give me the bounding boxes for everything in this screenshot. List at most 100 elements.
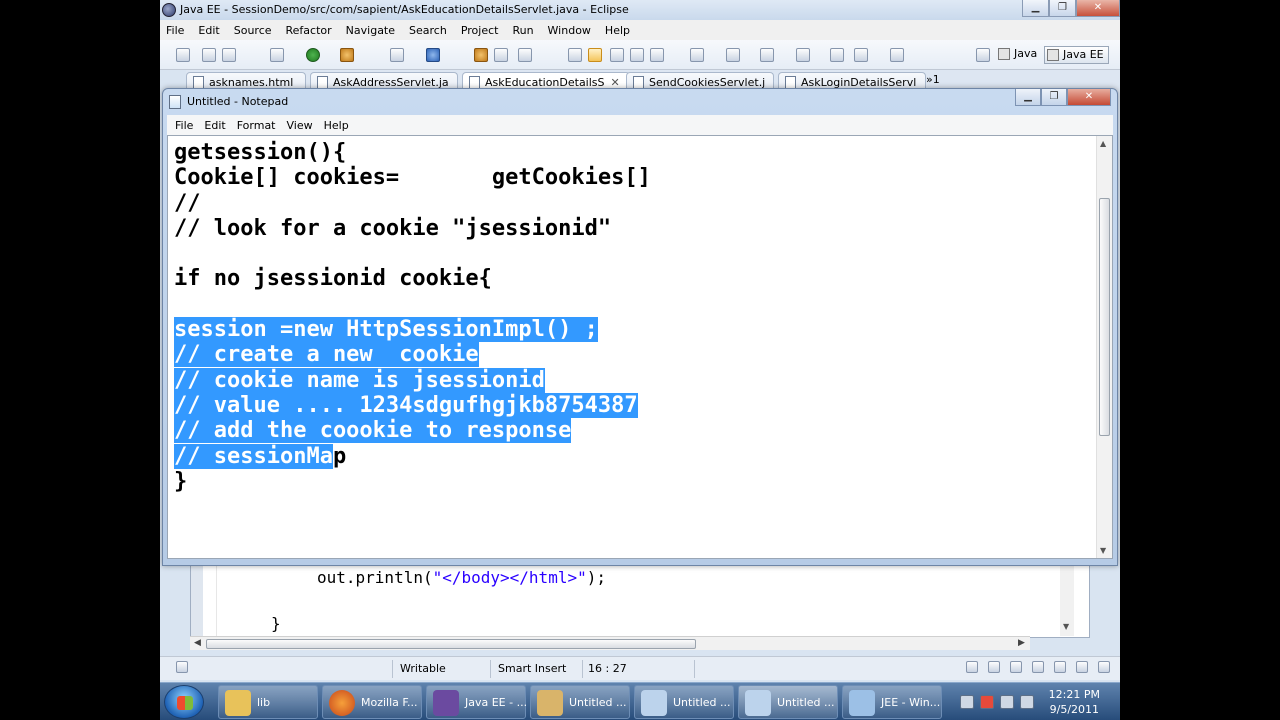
menu-navigate[interactable]: Navigate [346,24,395,37]
print-icon[interactable] [222,48,236,62]
status-separator [694,660,695,678]
notepad-vertical-scrollbar[interactable]: ▲ ▼ [1096,136,1112,558]
next-annotation-icon[interactable] [568,48,582,62]
open-perspective-icon[interactable] [976,48,990,62]
show-whitespace-icon[interactable] [630,48,644,62]
code-line-println: out.println("</body></html>"); [317,568,606,587]
vertical-scroll-thumb[interactable] [1099,198,1110,436]
scroll-down-arrow-icon[interactable]: ▼ [1063,622,1069,631]
menu-project[interactable]: Project [461,24,499,37]
system-clock[interactable]: 12:21 PM 9/5/2011 [1049,687,1100,717]
taskbar-item-notepad-active[interactable]: Untitled ... [738,685,838,719]
paint-icon [537,690,563,716]
selected-text-line: // create a new cookie [174,342,479,368]
package-explorer-icon[interactable] [988,661,1000,673]
toggle-breadcrumb-icon[interactable] [650,48,664,62]
mark-occurrences-icon[interactable] [588,48,602,62]
next-edit-icon[interactable] [760,48,774,62]
code-editor[interactable]: out.println("</body></html>"); } [190,566,1090,638]
menu-search[interactable]: Search [409,24,447,37]
code-line-closing-brace: } [271,614,281,633]
properties-icon[interactable] [1098,661,1110,673]
notepad-menu-format[interactable]: Format [237,119,276,132]
scroll-down-arrow-icon[interactable]: ▼ [1100,546,1106,555]
new-icon[interactable] [176,48,190,62]
open-type-icon[interactable] [474,48,488,62]
forward-arrow-icon[interactable] [854,48,868,62]
notepad-menu-file[interactable]: File [175,119,193,132]
perspective-java[interactable]: Java [996,46,1041,64]
forward-history-icon[interactable] [890,48,904,62]
tab-overflow-button[interactable]: »1 [926,73,940,86]
selected-text-line: // sessionMap [174,443,347,469]
scroll-left-arrow-icon[interactable]: ◀ [194,638,201,648]
notepad-menu-help[interactable]: Help [324,119,349,132]
notepad-icon [745,690,771,716]
status-separator [582,660,583,678]
notepad-menu-edit[interactable]: Edit [204,119,225,132]
eclipse-window-title: Java EE - SessionDemo/src/com/sapient/As… [180,3,629,16]
new-web-project-icon[interactable] [426,48,440,62]
notepad-icon [169,95,181,109]
notepad-close-button[interactable]: ✕ [1067,89,1111,106]
minimize-button[interactable]: ▁ [1022,0,1049,17]
restore-view-icon[interactable] [966,661,978,673]
perspective-java-ee[interactable]: Java EE [1044,46,1109,64]
action-center-flag-icon[interactable] [980,695,994,709]
notepad-minimize-button[interactable]: ▁ [1015,89,1041,106]
scroll-right-arrow-icon[interactable]: ▶ [1018,638,1025,648]
text-line: // look for a cookie "jsessionid" [174,215,612,241]
run-icon[interactable] [306,48,320,62]
eclipse-statusbar: Writable Smart Insert 16 : 27 [160,656,1120,680]
editor-gutter [191,566,203,636]
start-button[interactable] [164,685,204,719]
scroll-up-arrow-icon[interactable]: ▲ [1100,139,1106,148]
taskbar-item-jee-window[interactable]: JEE - Win... [842,685,942,719]
firefox-icon [329,690,355,716]
pin-icon[interactable] [726,48,740,62]
taskbar-item-eclipse[interactable]: Java EE - ... [426,685,527,719]
back-arrow-icon[interactable] [830,48,844,62]
menu-edit[interactable]: Edit [198,24,219,37]
status-cursor-position: 16 : 27 [588,662,627,675]
taskbar-item-paint[interactable]: Untitled ... [530,685,630,719]
external-tools-icon[interactable] [340,48,354,62]
fast-view-icon[interactable] [176,661,188,673]
outline-icon[interactable] [1010,661,1022,673]
network-icon[interactable] [1000,695,1014,709]
menu-refactor[interactable]: Refactor [286,24,332,37]
maximize-button[interactable]: ❐ [1049,0,1076,17]
globe-icon[interactable] [690,48,704,62]
previous-edit-icon[interactable] [796,48,810,62]
menu-run[interactable]: Run [512,24,533,37]
notepad-icon [641,690,667,716]
close-button[interactable]: ✕ [1076,0,1120,17]
taskbar-item-firefox[interactable]: Mozilla F... [322,685,422,719]
clock-time: 12:21 PM [1048,688,1100,701]
notepad-text-area[interactable]: getsession(){ Cookie[] cookies= getCooki… [167,135,1113,559]
show-hidden-icons-icon[interactable] [960,695,974,709]
notepad-maximize-button[interactable]: ❐ [1041,89,1067,106]
menu-window[interactable]: Window [548,24,591,37]
folder-icon [225,690,251,716]
save-icon[interactable] [202,48,216,62]
menu-source[interactable]: Source [234,24,272,37]
block-selection-icon[interactable] [610,48,624,62]
console-icon[interactable] [1054,661,1066,673]
taskbar-item-lib[interactable]: lib [218,685,318,719]
menu-help[interactable]: Help [605,24,630,37]
horizontal-scroll-thumb[interactable] [206,639,696,649]
notepad-menu-view[interactable]: View [287,119,313,132]
problems-icon[interactable] [1032,661,1044,673]
new-server-icon[interactable] [390,48,404,62]
menu-file[interactable]: File [166,24,184,37]
taskbar-item-notepad[interactable]: Untitled ... [634,685,734,719]
debug-icon[interactable] [270,48,284,62]
servers-icon[interactable] [1076,661,1088,673]
status-insert-mode: Smart Insert [498,662,567,675]
editor-horizontal-scrollbar[interactable]: ◀ ▶ [190,636,1030,650]
editor-vertical-scrollbar[interactable]: ▼ [1060,566,1074,636]
search-icon[interactable] [518,48,532,62]
open-resource-icon[interactable] [494,48,508,62]
volume-icon[interactable] [1020,695,1034,709]
